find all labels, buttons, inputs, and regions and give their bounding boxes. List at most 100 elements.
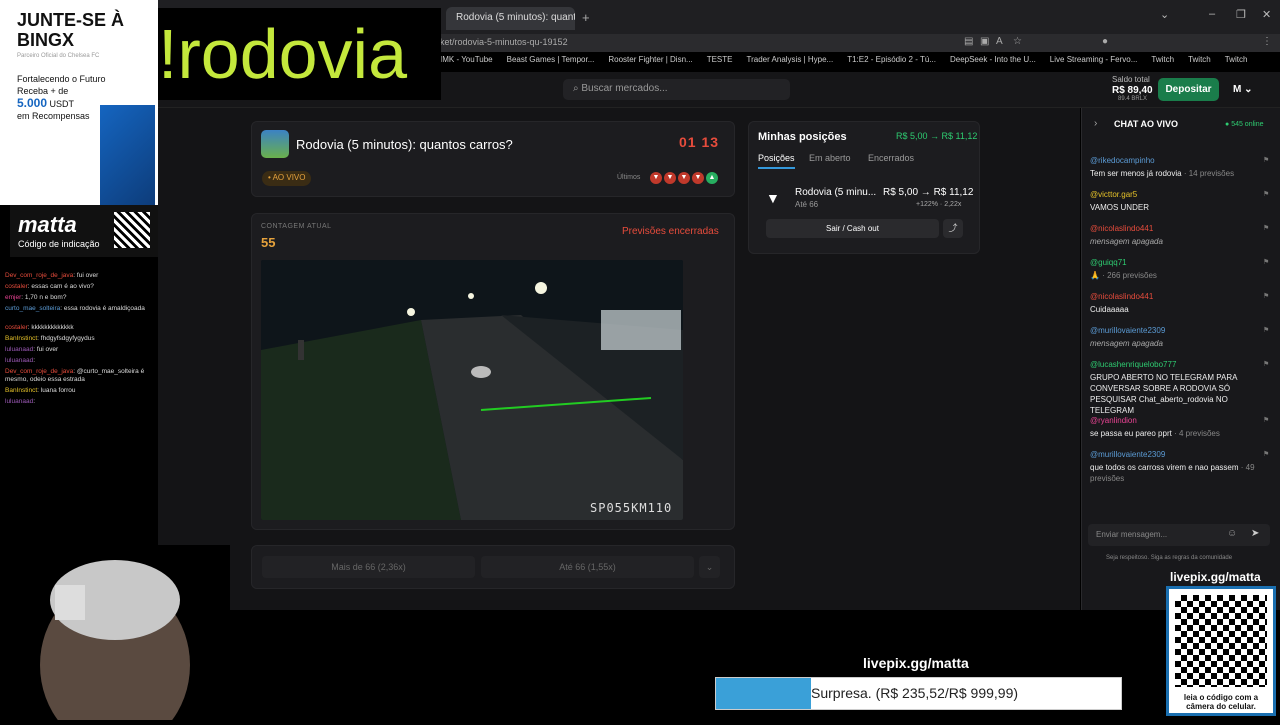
chat-username[interactable]: @nicolaslindo441 [1090, 292, 1153, 301]
chat-message-text: Cuidaaaaa [1090, 305, 1129, 314]
chevron-down-icon[interactable]: ⌄ [699, 556, 720, 578]
report-flag-icon[interactable]: ⚑ [1263, 258, 1269, 266]
webcam-image [0, 545, 230, 725]
twitch-chat-line: emjer: 1,70 n e bom? [5, 294, 67, 301]
live-badge: • AO VIVO [262, 171, 312, 186]
share-icon[interactable]: ⤴ [943, 219, 963, 238]
report-flag-icon[interactable]: ⚑ [1263, 224, 1269, 232]
twitch-chat-line: luluanaad: fui over [5, 346, 59, 353]
minimize-icon[interactable]: – [1209, 8, 1215, 20]
emoji-icon[interactable]: ☺ [1227, 528, 1237, 539]
bookmark-item[interactable]: DeepSeek - Into the U... [950, 55, 1036, 71]
twitch-chat-line: curto_mae_solteira: essa rodovia é amald… [5, 305, 145, 312]
maximize-icon[interactable]: ❐ [1236, 8, 1246, 21]
chat-message: 🙏 · 266 previsões [1090, 270, 1260, 281]
twitch-username: Dev_com_roje_de_java [5, 368, 74, 375]
positions-title: Minhas posições [758, 131, 847, 143]
twitch-username: BanInstinct [5, 387, 38, 394]
market-icon [261, 130, 289, 158]
send-icon[interactable]: ➤ [1251, 528, 1259, 539]
chat-message: mensagem apagada [1090, 338, 1260, 349]
tab-list-icon[interactable]: ⌄ [1160, 8, 1169, 21]
tab-encerrados[interactable]: Encerrados [868, 153, 914, 163]
bookmark-star-icon[interactable]: ☆ [1013, 36, 1022, 47]
url-text[interactable]: ket/rodovia-5-minutos-qu-19152 [440, 37, 568, 47]
chat-title: CHAT AO VIVO [1114, 119, 1179, 129]
report-flag-icon[interactable]: ⚑ [1263, 190, 1269, 198]
reader-icon[interactable]: ▤ [964, 36, 973, 47]
bookmark-item[interactable]: Beast Games | Tempor... [507, 55, 595, 71]
bookmark-item[interactable]: T1:E2 - Episódio 2 - Tú... [847, 55, 936, 71]
bookmark-item[interactable]: Twitch [1188, 55, 1211, 71]
chat-username[interactable]: @murillovaiente2309 [1090, 326, 1165, 335]
prediction-count: · 14 previsões [1181, 169, 1235, 178]
chat-message: que todos os carross virem e nao passem … [1090, 462, 1260, 484]
chat-username[interactable]: @nicolaslindo441 [1090, 224, 1153, 233]
chat-username[interactable]: @ryanlindion [1090, 416, 1137, 425]
bookmarks-bar: IMK - YouTube Beast Games | Tempor... Ro… [440, 55, 1247, 71]
result-down-icon: ▼ [692, 172, 704, 184]
donation-goal-fill [716, 678, 811, 709]
chat-message-text: mensagem apagada [1090, 237, 1163, 246]
chat-username[interactable]: @rikedocampinho [1090, 156, 1155, 165]
report-flag-icon[interactable]: ⚑ [1263, 360, 1269, 368]
report-flag-icon[interactable]: ⚑ [1263, 292, 1269, 300]
menu-icon[interactable]: ⋮ [1262, 36, 1272, 47]
ad-amount: 5.000 [17, 96, 48, 110]
report-flag-icon[interactable]: ⚑ [1263, 416, 1269, 424]
tab-posicoes[interactable]: Posições [758, 153, 795, 169]
bookmark-item[interactable]: TESTE [707, 55, 733, 71]
twitch-chat-line: luluanaad: [5, 357, 36, 364]
new-tab-icon[interactable]: + [582, 10, 590, 25]
under-arrow-icon: ▼ [766, 190, 780, 206]
screenshot-icon[interactable]: ▣ [980, 36, 989, 47]
chat-username[interactable]: @victtor.gar5 [1090, 190, 1137, 199]
chat-message: Cuidaaaaa [1090, 304, 1260, 315]
contagem-value: 55 [261, 235, 276, 250]
chat-message-text: se passa eu pareo pprt [1090, 429, 1172, 438]
bookmark-item[interactable]: Rooster Fighter | Disn... [608, 55, 692, 71]
tab-rodovia[interactable]: Rodovia (5 minutos): quantos c... [446, 7, 575, 30]
search-input[interactable]: ⌕ Buscar mercados... [563, 79, 790, 100]
market-header-card [251, 121, 735, 197]
result-down-icon: ▼ [664, 172, 676, 184]
bet-over-button[interactable]: Mais de 66 (2,36x) [262, 556, 475, 578]
collapse-chat-icon[interactable]: › [1094, 118, 1097, 129]
online-count: ● 545 online [1225, 121, 1264, 128]
twitch-username: Dev_com_roje_de_java [5, 272, 74, 279]
chat-username[interactable]: @murillovaiente2309 [1090, 450, 1165, 459]
bookmark-item[interactable]: Trader Analysis | Hype... [746, 55, 833, 71]
chat-username[interactable]: @lucashenriquelobo777 [1090, 360, 1176, 369]
ad-title: JUNTE-SE À BINGX [17, 10, 125, 50]
extension-icon[interactable]: ● [1102, 36, 1108, 47]
bookmark-item[interactable]: IMK - YouTube [440, 55, 493, 71]
donation-goal-text: Surpresa. (R$ 235,52/R$ 999,99) [811, 685, 1019, 701]
saldo-label: Saldo total [1112, 75, 1150, 84]
webcam-feed [0, 545, 230, 725]
depositar-button[interactable]: Depositar [1158, 78, 1219, 101]
bookmark-item[interactable]: Live Streaming - Fervo... [1050, 55, 1138, 71]
report-flag-icon[interactable]: ⚑ [1263, 156, 1269, 164]
avatar[interactable]: M ⌄ [1233, 84, 1253, 95]
chat-input[interactable]: Enviar mensagem... [1088, 524, 1270, 546]
tab-em-aberto[interactable]: Em aberto [809, 153, 851, 163]
qr-code-icon [1175, 595, 1267, 687]
translate-icon[interactable]: A [996, 36, 1003, 47]
bet-under-button[interactable]: Até 66 (1,55x) [481, 556, 694, 578]
chat-message-text: GRUPO ABERTO NO TELEGRAM PARA CONVERSAR … [1090, 373, 1238, 415]
twitch-username: curto_mae_solteira [5, 305, 61, 312]
close-window-icon[interactable]: ✕ [1262, 8, 1271, 21]
chat-username[interactable]: @guiqq71 [1090, 258, 1127, 267]
cashout-button[interactable]: Sair / Cash out [766, 219, 939, 238]
ad-currency: USDT [49, 99, 75, 109]
bookmark-item[interactable]: Twitch [1151, 55, 1174, 71]
twitch-message: fui over [76, 272, 99, 279]
camera-image [261, 260, 683, 520]
bookmark-item[interactable]: Twitch [1225, 55, 1248, 71]
twitch-chat-line: Dev_com_roje_de_java: fui over [5, 272, 99, 279]
report-flag-icon[interactable]: ⚑ [1263, 450, 1269, 458]
chat-message-text: Tem ser menos já rodovia [1090, 169, 1182, 178]
previsoes-status: Previsões encerradas [622, 226, 719, 237]
twitch-message: fhdgyfsdgyfygydus [40, 335, 95, 342]
report-flag-icon[interactable]: ⚑ [1263, 326, 1269, 334]
